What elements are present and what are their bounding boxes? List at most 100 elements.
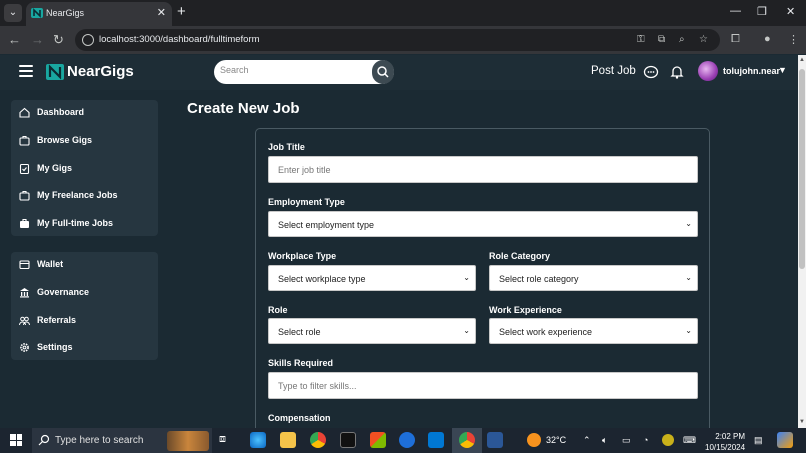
forward-icon[interactable]: → xyxy=(31,32,44,48)
browser-menu-icon[interactable]: ⋮ xyxy=(788,33,799,46)
site-info-icon[interactable] xyxy=(82,34,94,46)
tray-expand-icon[interactable]: ⌃ xyxy=(583,435,591,446)
work-experience-select[interactable]: Select work experience ⌄ xyxy=(489,318,698,344)
scroll-down-icon[interactable]: ▼ xyxy=(799,419,805,425)
gear-icon xyxy=(20,343,29,352)
terminal-icon[interactable] xyxy=(340,432,356,448)
store-icon[interactable] xyxy=(370,432,386,448)
sidebar-item-browse-gigs[interactable]: Browse Gigs xyxy=(19,133,154,149)
search-button[interactable] xyxy=(372,60,394,84)
chevron-down-icon: ⌄ xyxy=(685,273,692,282)
sidebar-item-label: My Full-time Jobs xyxy=(37,218,114,228)
role-select[interactable]: Select role ⌄ xyxy=(268,318,476,344)
skills-input[interactable] xyxy=(278,381,664,391)
hamburger-menu-icon[interactable] xyxy=(19,65,33,77)
extensions-icon[interactable]: ⧠ xyxy=(731,33,740,46)
keyboard-icon[interactable]: ⌨ xyxy=(683,435,696,446)
job-title-label: Job Title xyxy=(268,142,305,152)
compensation-label: Compensation xyxy=(268,413,331,423)
windows-start-icon[interactable] xyxy=(10,434,22,446)
clipboard-icon xyxy=(19,163,30,174)
chrome-active-icon[interactable] xyxy=(459,432,475,448)
task-view-icon[interactable]: ⧈ xyxy=(219,433,235,449)
skills-field[interactable] xyxy=(268,372,698,399)
close-window-icon[interactable]: ✕ xyxy=(786,5,795,18)
page-scrollbar[interactable]: ▲ ▼ xyxy=(798,55,806,428)
monitor-app-icon[interactable] xyxy=(487,432,503,448)
new-tab-button[interactable]: + xyxy=(177,4,186,20)
url-text[interactable]: localhost:3000/dashboard/fulltimeform xyxy=(99,34,260,45)
scroll-up-icon[interactable]: ▲ xyxy=(799,57,805,63)
browser-tab[interactable]: NearGigs ✕ xyxy=(26,2,172,26)
role-value: Select role xyxy=(278,327,321,337)
scroll-thumb[interactable] xyxy=(799,69,805,269)
sidebar-item-dashboard[interactable]: Dashboard xyxy=(19,105,154,121)
workplace-type-label: Workplace Type xyxy=(268,251,337,261)
file-explorer-icon[interactable] xyxy=(280,432,296,448)
avatar[interactable] xyxy=(698,61,718,81)
user-dropdown-icon[interactable]: ▼ xyxy=(778,65,787,75)
reload-icon[interactable]: ↻ xyxy=(53,32,64,48)
chat-icon[interactable] xyxy=(643,64,659,80)
vscode-icon[interactable] xyxy=(428,432,444,448)
tab-close-icon[interactable]: ✕ xyxy=(157,6,166,19)
tray-app-icon[interactable] xyxy=(662,434,674,446)
app-icon[interactable] xyxy=(399,432,415,448)
brand-name[interactable]: NearGigs xyxy=(67,63,134,80)
sidebar-item-referrals[interactable]: Referrals xyxy=(19,313,154,329)
app-header: NearGigs Post Job tolujohn.near ▼ xyxy=(0,55,798,90)
neargigs-favicon-icon xyxy=(31,8,43,18)
tab-search-menu-button[interactable]: ⌄ xyxy=(4,4,22,22)
sidebar-item-label: Browse Gigs xyxy=(37,135,93,145)
notification-icon[interactable]: ▤ xyxy=(754,435,763,446)
sidebar-item-wallet[interactable]: Wallet xyxy=(19,257,154,273)
sidebar-item-label: Referrals xyxy=(37,315,77,325)
chrome-icon[interactable] xyxy=(310,432,326,448)
clock-date: 10/15/2024 xyxy=(705,443,746,452)
search-highlight-image xyxy=(167,431,209,451)
search-input[interactable] xyxy=(220,65,370,75)
restore-icon[interactable]: ❐ xyxy=(757,5,767,18)
minimize-icon[interactable]: — xyxy=(730,5,741,17)
role-category-select[interactable]: Select role category ⌄ xyxy=(489,265,698,291)
job-title-field[interactable] xyxy=(268,156,698,183)
briefcase-icon xyxy=(19,135,30,146)
password-key-icon[interactable]: ⚿ xyxy=(637,34,645,45)
clock-time: 2:02 PM xyxy=(715,432,746,441)
weather-sun-icon[interactable] xyxy=(527,433,541,447)
zoom-icon[interactable]: ⌕ xyxy=(679,34,685,45)
sidebar-item-label: Governance xyxy=(37,287,90,297)
temperature[interactable]: 32°C xyxy=(546,435,566,445)
sidebar-item-my-freelance-jobs[interactable]: My Freelance Jobs xyxy=(19,188,154,204)
edge-icon[interactable] xyxy=(250,432,266,448)
post-job-link[interactable]: Post Job xyxy=(591,65,636,77)
sidebar-item-my-full-time-jobs[interactable]: My Full-time Jobs xyxy=(19,216,154,232)
neargigs-logo-icon xyxy=(46,64,64,80)
role-category-value: Select role category xyxy=(499,274,579,284)
sidebar-item-label: My Freelance Jobs xyxy=(37,190,118,200)
taskbar-clock[interactable]: 2:02 PM 10/15/2024 xyxy=(705,431,745,453)
copilot-icon[interactable] xyxy=(777,432,793,448)
sidebar-item-my-gigs[interactable]: My Gigs xyxy=(19,161,154,177)
back-icon[interactable]: ← xyxy=(8,32,21,48)
volume-icon[interactable]: 🔈︎ xyxy=(602,435,607,446)
chevron-down-icon: ⌄ xyxy=(463,273,470,282)
employment-type-select[interactable]: Select employment type ⌄ xyxy=(268,211,698,237)
bookmark-star-icon[interactable]: ☆ xyxy=(699,34,708,45)
address-bar[interactable]: localhost:3000/dashboard/fulltimeform ⚿ … xyxy=(75,29,720,51)
tab-title: NearGigs xyxy=(46,8,85,18)
username[interactable]: tolujohn.near xyxy=(723,66,780,76)
bell-icon[interactable] xyxy=(669,64,685,80)
wifi-icon[interactable]: ◔ xyxy=(643,435,648,445)
taskbar-search[interactable]: Type here to search xyxy=(32,428,212,453)
skills-label: Skills Required xyxy=(268,358,334,368)
battery-icon[interactable]: ▭ xyxy=(622,435,631,446)
sidebar-item-settings[interactable]: Settings xyxy=(19,340,154,356)
work-experience-value: Select work experience xyxy=(499,327,593,337)
install-app-icon[interactable]: ⧉ xyxy=(658,34,665,45)
job-title-input[interactable] xyxy=(278,165,664,175)
briefcase-icon xyxy=(19,190,30,201)
sidebar-item-governance[interactable]: Governance xyxy=(19,285,154,301)
workplace-type-select[interactable]: Select workplace type ⌄ xyxy=(268,265,476,291)
profile-icon[interactable]: ● xyxy=(764,33,771,45)
